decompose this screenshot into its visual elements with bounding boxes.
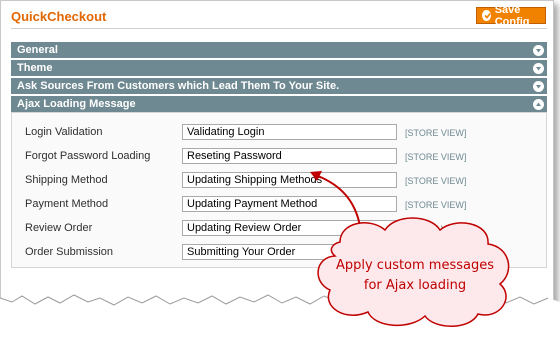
callout-text: Apply custom messages for Ajax loading [310,256,520,296]
callout-line-2: for Ajax loading [363,278,467,293]
callout-line-1: Apply custom messages [335,258,495,273]
